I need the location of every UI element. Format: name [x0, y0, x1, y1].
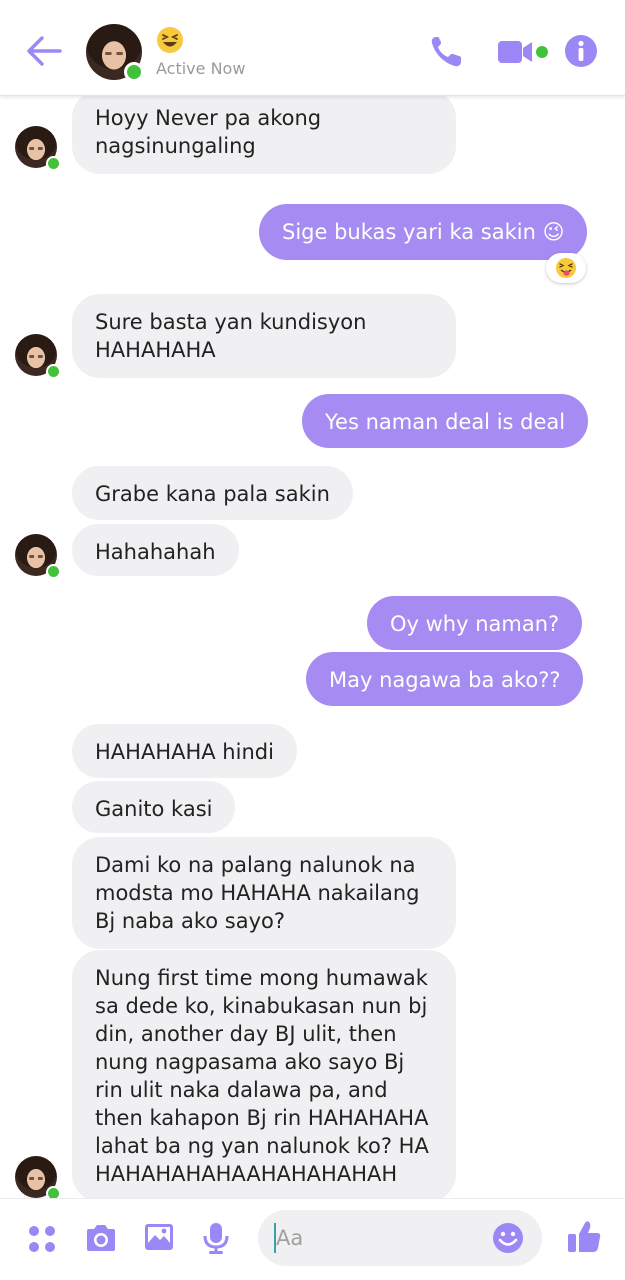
back-arrow-icon[interactable] — [22, 32, 64, 70]
incoming-message[interactable]: Hahahahah — [72, 524, 239, 576]
incoming-message[interactable]: Ganito kasi — [72, 781, 236, 833]
contact-avatar[interactable] — [86, 24, 144, 82]
active-status: Active Now — [156, 59, 246, 78]
tongue-out-emoji-icon — [556, 258, 576, 278]
sender-avatar[interactable] — [15, 126, 61, 171]
microphone-icon[interactable] — [202, 1221, 230, 1255]
message-composer — [0, 1198, 625, 1280]
sender-avatar[interactable] — [15, 1156, 61, 1198]
sender-avatar[interactable] — [15, 334, 61, 379]
incoming-message[interactable]: Dami ko na palang nalunok na modsta mo H… — [72, 837, 456, 949]
text-cursor — [274, 1223, 276, 1253]
outgoing-message[interactable]: Sige bukas yari ka sakin 😉 — [259, 204, 588, 260]
online-indicator — [46, 364, 61, 379]
conversation-header: Active Now — [0, 0, 625, 96]
incoming-message[interactable]: Nung first time mong humawak sa dede ko,… — [72, 950, 456, 1198]
smiley-icon[interactable] — [492, 1222, 524, 1254]
incoming-message[interactable]: Grabe kana pala sakin — [72, 466, 353, 520]
apps-grid-icon[interactable] — [27, 1224, 57, 1254]
incoming-message[interactable]: Hoyy Never pa akong nagsinungaling — [72, 96, 456, 174]
thumbs-up-icon[interactable] — [566, 1219, 602, 1255]
sender-avatar[interactable] — [15, 534, 61, 579]
gallery-icon[interactable] — [143, 1222, 175, 1252]
online-indicator — [124, 62, 144, 82]
message-reaction[interactable] — [546, 253, 586, 283]
message-thread[interactable]: Hoyy Never pa akong nagsinungaling Sige … — [0, 96, 625, 1198]
online-indicator — [46, 156, 61, 171]
outgoing-message[interactable]: Oy why naman? — [367, 596, 583, 650]
phone-call-icon[interactable] — [428, 34, 466, 70]
video-call-icon[interactable] — [496, 38, 552, 66]
online-indicator — [46, 1186, 61, 1198]
online-indicator — [46, 564, 61, 579]
incoming-message[interactable]: Sure basta yan kundisyon HAHAHAHA — [72, 294, 456, 378]
outgoing-message[interactable]: Yes naman deal is deal — [302, 394, 589, 448]
info-icon[interactable] — [564, 34, 598, 68]
incoming-message[interactable]: HAHAHAHA hindi — [72, 724, 297, 778]
camera-icon[interactable] — [84, 1223, 118, 1253]
outgoing-message[interactable]: May nagawa ba ako?? — [306, 652, 584, 706]
laughing-emoji-icon — [157, 27, 183, 53]
